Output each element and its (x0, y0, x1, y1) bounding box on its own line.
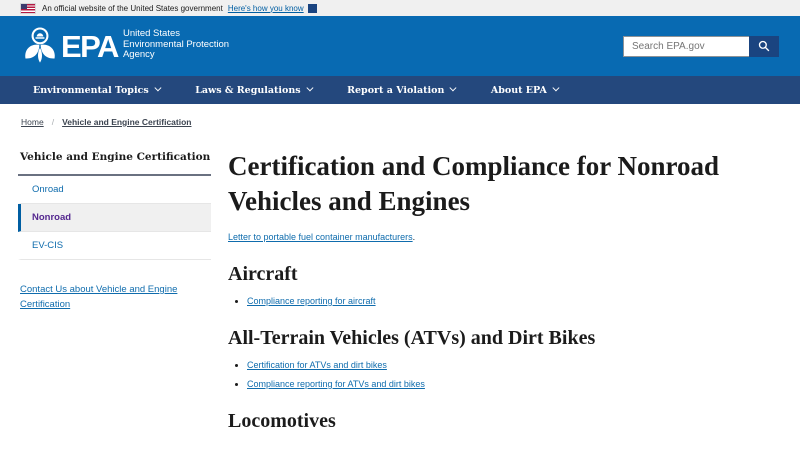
page-title: Certification and Compliance for Nonroad… (228, 151, 719, 216)
portable-fuel-container-letter-link[interactable]: Letter to portable fuel container manufa… (228, 232, 413, 242)
breadcrumb-home-link[interactable]: Home (21, 117, 44, 127)
atv-link-list: Certification for ATVs and dirt bikes Co… (228, 360, 780, 389)
primary-nav: Environmental Topics Laws & Regulations … (0, 76, 800, 104)
breadcrumb-separator: / (51, 117, 55, 127)
list-item: Compliance reporting for aircraft (247, 296, 780, 306)
nav-item-laws-regulations[interactable]: Laws & Regulations (195, 84, 313, 96)
nav-item-environmental-topics[interactable]: Environmental Topics (33, 84, 161, 96)
nav-item-label: Laws & Regulations (195, 84, 301, 96)
chevron-down-icon (154, 84, 161, 91)
list-item: Compliance reporting for ATVs and dirt b… (247, 379, 780, 389)
search-input[interactable] (623, 35, 749, 57)
compliance-reporting-aircraft-link[interactable]: Compliance reporting for aircraft (247, 296, 376, 306)
usa-gov-banner: An official website of the United States… (0, 0, 800, 16)
section-heading-aircraft: Aircraft (228, 263, 298, 285)
search-icon (758, 40, 770, 52)
search-button[interactable] (749, 35, 779, 57)
content-area: Vehicle and Engine Certification Onroad … (0, 137, 800, 433)
section-heading-locomotives: Locomotives (228, 410, 336, 432)
breadcrumb-vehicle-engine-cert-link[interactable]: Vehicle and Engine Certification (62, 117, 191, 127)
chevron-down-icon (450, 84, 457, 91)
intro-period: . (412, 232, 416, 242)
epa-logo[interactable]: EPA United States Environmental Protecti… (21, 25, 229, 67)
site-header: EPA United States Environmental Protecti… (0, 16, 800, 76)
nav-item-label: About EPA (490, 84, 547, 96)
nav-item-label: Environmental Topics (33, 84, 149, 96)
chevron-down-icon (306, 84, 313, 91)
list-item: Certification for ATVs and dirt bikes (247, 360, 780, 370)
sidebar-item-onroad[interactable]: Onroad (18, 176, 211, 204)
intro-paragraph: Letter to portable fuel container manufa… (228, 232, 780, 242)
chevron-down-icon (552, 84, 560, 91)
aircraft-link-list: Compliance reporting for aircraft (228, 296, 780, 306)
sidebar-item-nonroad[interactable]: Nonroad (18, 204, 211, 232)
main-content: Certification and Compliance for Nonroad… (228, 145, 780, 433)
us-flag-icon (20, 2, 36, 14)
heres-how-you-know-link[interactable]: Here's how you know (228, 4, 304, 13)
breadcrumb: Home / Vehicle and Engine Certification (0, 104, 800, 137)
site-search (623, 35, 779, 57)
nav-item-about-epa[interactable]: About EPA (490, 84, 560, 96)
epa-tagline: United States Environmental Protection A… (122, 28, 230, 61)
side-navigation: Vehicle and Engine Certification Onroad … (18, 145, 211, 433)
epa-flower-icon (25, 27, 55, 63)
epa-wordmark: EPA (61, 28, 119, 64)
nav-item-label: Report a Violation (347, 84, 445, 96)
sidebar-item-ev-cis[interactable]: EV-CIS (18, 232, 211, 260)
gov-banner-text: An official website of the United States… (42, 3, 223, 13)
contact-us-link[interactable]: Contact Us about Vehicle and Engine Cert… (20, 282, 188, 312)
compliance-reporting-atvs-link[interactable]: Compliance reporting for ATVs and dirt b… (247, 379, 425, 389)
banner-toggle-icon[interactable] (307, 3, 317, 13)
nav-item-report-violation[interactable]: Report a Violation (347, 84, 457, 96)
section-heading-atvs-dirt-bikes: All-Terrain Vehicles (ATVs) and Dirt Bik… (228, 327, 596, 349)
certification-atvs-link[interactable]: Certification for ATVs and dirt bikes (247, 360, 387, 370)
sidenav-list: Onroad Nonroad EV-CIS (18, 176, 211, 260)
sidenav-title: Vehicle and Engine Certification (18, 145, 211, 176)
